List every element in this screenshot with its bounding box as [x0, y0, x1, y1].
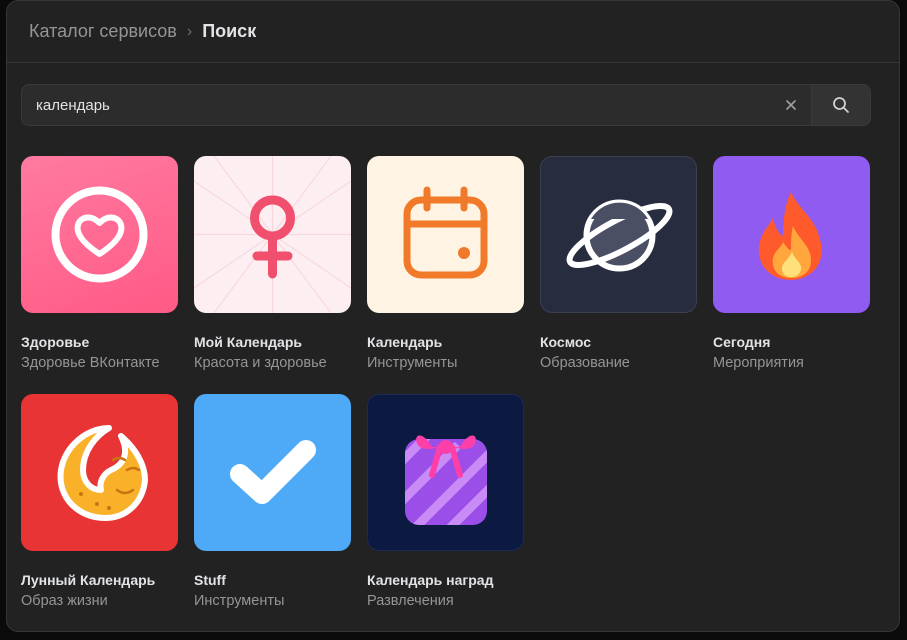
app-name: Космос: [540, 334, 592, 350]
app-card-segodnya[interactable]: Сегодня Мероприятия: [713, 156, 870, 371]
app-name: Stuff: [194, 572, 226, 588]
close-icon: [786, 100, 796, 110]
breadcrumb-separator: ›: [186, 22, 193, 40]
search-button[interactable]: [811, 84, 871, 126]
app-category: Развлечения: [367, 593, 454, 609]
calendar-icon: [403, 186, 488, 279]
app-category: Красота и здоровье: [194, 355, 327, 371]
breadcrumb-current: Поиск: [202, 21, 257, 41]
app-category: Мероприятия: [713, 355, 804, 371]
gift-icon: [405, 435, 487, 525]
app-tile: [194, 394, 351, 551]
search-input[interactable]: [22, 85, 771, 125]
app-category: Образование: [540, 355, 630, 371]
app-card-lunny-kalendar[interactable]: Лунный Календарь Образ жизни: [21, 394, 178, 609]
checkmark-icon: [230, 440, 316, 504]
crescent-moon-icon: [57, 425, 148, 521]
app-name: Сегодня: [713, 334, 771, 350]
app-tile: [540, 156, 697, 313]
app-name: Мой Календарь: [194, 334, 302, 350]
app-tile: [21, 394, 178, 551]
app-card-moy-kalendar[interactable]: Мой Календарь Красота и здоровье: [194, 156, 351, 371]
app-card-kalendar[interactable]: Календарь Инструменты: [367, 156, 524, 371]
app-card-kosmos[interactable]: Космос Образование: [540, 156, 697, 371]
breadcrumb-catalog-link[interactable]: Каталог сервисов: [29, 21, 177, 42]
app-category: Образ жизни: [21, 593, 108, 609]
app-tile: [194, 156, 351, 313]
search-box: [21, 84, 811, 126]
app-tile: [21, 156, 178, 313]
app-category: Инструменты: [194, 593, 285, 609]
app-tile: [367, 394, 524, 551]
app-name: Лунный Календарь: [21, 572, 156, 588]
fire-icon: [758, 192, 822, 280]
app-tile: [713, 156, 870, 313]
app-category: Инструменты: [367, 355, 458, 371]
breadcrumb: Каталог сервисов › Поиск: [7, 1, 899, 63]
search-icon: [833, 97, 849, 113]
app-card-kalendar-nagrad[interactable]: Календарь наград Развлечения: [367, 394, 524, 609]
search-bar: [21, 84, 871, 126]
female-symbol-icon: [194, 156, 351, 313]
app-name: Здоровье: [21, 334, 90, 350]
app-tile: [367, 156, 524, 313]
app-card-zdorovye[interactable]: Здоровье Здоровье ВКонтакте: [21, 156, 178, 371]
app-name: Календарь наград: [367, 572, 494, 588]
app-name: Календарь: [367, 334, 443, 350]
planet-icon: [566, 199, 673, 272]
app-category: Здоровье ВКонтакте: [21, 355, 160, 371]
clear-search-button[interactable]: [771, 85, 811, 125]
heart-ring-icon: [51, 186, 148, 283]
app-card-stuff[interactable]: Stuff Инструменты: [194, 394, 351, 609]
